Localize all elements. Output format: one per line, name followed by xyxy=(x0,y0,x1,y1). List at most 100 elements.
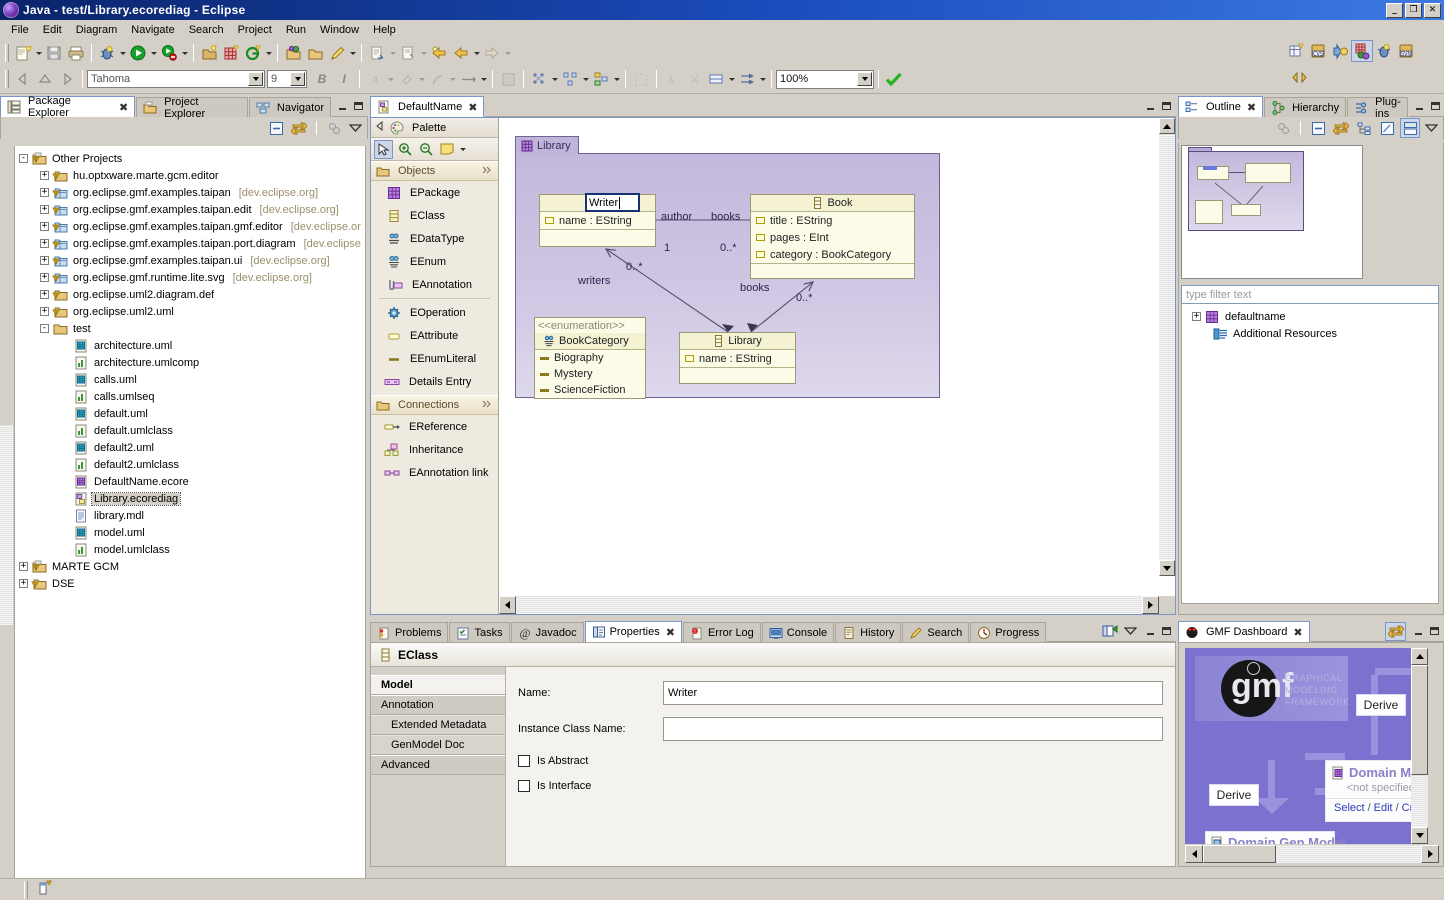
canvas-vscrollbar[interactable] xyxy=(1159,118,1175,576)
focus-icon[interactable] xyxy=(1273,118,1293,138)
minimize-view-icon[interactable] xyxy=(336,100,349,112)
gmf-derive-pill-2[interactable]: Derive xyxy=(1209,784,1259,806)
gmf-hscrollbar[interactable] xyxy=(1185,845,1439,863)
view-menu-icon[interactable] xyxy=(1423,118,1439,138)
expand-icon[interactable]: + xyxy=(40,222,49,231)
tree-item[interactable]: architecture.umlcomp xyxy=(19,354,365,371)
gmf-domain-gen-model-node[interactable]: Domain Gen Model xyxy=(1205,831,1346,844)
collapse-all-icon[interactable] xyxy=(1308,118,1328,138)
new-wizard-icon[interactable] xyxy=(12,42,34,64)
tab-error-log[interactable]: ! Error Log xyxy=(682,622,761,642)
enum-header[interactable]: BookCategory xyxy=(535,333,645,350)
outline-tabstrip[interactable]: Outline ✖ Hierarchy Plug-ins xyxy=(1178,95,1444,120)
tree-item[interactable]: default2.umlclass xyxy=(19,456,365,473)
gmf-action-select[interactable]: Select xyxy=(1334,802,1365,814)
run-external-dropdown-icon[interactable] xyxy=(180,42,189,64)
palette[interactable]: Palette Objects EPackage EClass EDataTyp… xyxy=(371,118,499,614)
line-style-dropdown-icon[interactable] xyxy=(479,68,488,90)
tree-item[interactable]: +! hu.optxware.marte.gcm.editor xyxy=(19,167,365,184)
debug-icon[interactable] xyxy=(96,42,118,64)
edge-label-books-2[interactable]: books xyxy=(740,282,769,294)
tree-item[interactable]: default2.uml xyxy=(19,439,365,456)
italic-button[interactable]: I xyxy=(333,68,355,90)
size-same-width-icon[interactable] xyxy=(661,68,683,90)
note-tool-dropdown-icon[interactable] xyxy=(458,140,467,159)
palette-item-epackage[interactable]: EPackage xyxy=(371,181,498,204)
toggle-view-icon[interactable] xyxy=(1288,66,1310,88)
zoom-out-tool-icon[interactable] xyxy=(416,140,435,159)
editor-view-controls[interactable] xyxy=(1140,96,1176,117)
hscroll-track[interactable] xyxy=(1276,845,1421,863)
package-explorer-tabstrip[interactable]: Package Explorer ✖ Project Explorer Navi… xyxy=(0,95,368,120)
maximize-view-icon[interactable] xyxy=(1160,625,1173,637)
class-operations-compartment[interactable] xyxy=(751,263,914,277)
minimize-editor-icon[interactable] xyxy=(1144,100,1157,112)
palette-item-inheritance[interactable]: Inheritance xyxy=(371,438,498,461)
class-operations-compartment[interactable] xyxy=(540,229,655,243)
thumbnail-icon[interactable] xyxy=(1400,118,1420,138)
menu-help[interactable]: Help xyxy=(366,22,403,38)
tab-progress[interactable]: Progress xyxy=(970,622,1047,642)
gmf-dashboard-canvas[interactable]: gmf GRAPHICAL MODELING FRAMEWORK Derive … xyxy=(1185,648,1428,844)
tab-tasks[interactable]: Tasks xyxy=(449,622,510,642)
tree-item[interactable]: -! Other Projects xyxy=(19,150,365,167)
expand-icon[interactable]: + xyxy=(40,273,49,282)
bold-button[interactable]: B xyxy=(311,68,333,90)
outline-toolbar[interactable] xyxy=(1178,117,1444,139)
tab-problems[interactable]: Problems xyxy=(370,622,449,642)
scroll-down-button[interactable] xyxy=(1159,560,1175,576)
bottom-view-controls[interactable] xyxy=(1100,621,1176,642)
outline-tree-item[interactable]: Additional Resources xyxy=(1186,325,1438,342)
close-icon[interactable]: ✖ xyxy=(666,626,675,639)
zoom-combo[interactable]: 100% xyxy=(776,69,874,89)
scroll-up-button[interactable] xyxy=(1159,118,1175,134)
close-icon[interactable]: ✖ xyxy=(119,101,128,114)
link-with-editor-icon[interactable] xyxy=(289,118,309,138)
class-header[interactable]: Book xyxy=(751,195,914,212)
edge-label-author-card[interactable]: 1 xyxy=(664,242,670,254)
edge-label-books-2-card[interactable]: 0..* xyxy=(796,292,813,304)
view-menu-icon[interactable] xyxy=(1122,622,1138,641)
tree-item[interactable]: +! org.eclipse.gmf.examples.taipan.edit [d… xyxy=(19,201,365,218)
palette-item-ereference[interactable]: EReference xyxy=(371,415,498,438)
cvs-icon[interactable]: CVS xyxy=(1307,40,1329,62)
window-controls[interactable]: _ ❐ ✕ xyxy=(1386,2,1444,18)
tree-item[interactable]: Library.ecorediag xyxy=(19,490,365,507)
previous-diagram-icon[interactable] xyxy=(12,68,34,90)
tab-project-explorer[interactable]: Project Explorer xyxy=(136,96,248,120)
close-icon[interactable]: ✖ xyxy=(1293,626,1302,639)
tree-item[interactable]: +! org.eclipse.uml2.uml xyxy=(19,303,365,320)
properties-tab-advanced[interactable]: Advanced xyxy=(371,755,505,775)
edge-label-books-card[interactable]: 0..* xyxy=(720,242,737,254)
print-icon[interactable] xyxy=(65,42,87,64)
edge-label-author[interactable]: author xyxy=(661,211,692,223)
maximize-view-icon[interactable] xyxy=(1428,625,1441,637)
instance-class-name-field[interactable] xyxy=(663,717,1163,741)
expand-icon[interactable]: + xyxy=(19,579,28,588)
debug-dropdown-icon[interactable] xyxy=(118,42,127,64)
tree-item[interactable]: - test xyxy=(19,320,365,337)
class-operations-compartment[interactable] xyxy=(680,367,795,381)
expand-icon[interactable]: + xyxy=(40,205,49,214)
new-java-project-icon[interactable] xyxy=(198,42,220,64)
split-icon[interactable] xyxy=(705,68,727,90)
debug-perspective-icon[interactable] xyxy=(1373,40,1395,62)
class-header[interactable]: Library xyxy=(680,333,795,350)
tab-outline[interactable]: Outline ✖ xyxy=(1178,96,1264,117)
previous-annotation-icon[interactable] xyxy=(397,42,419,64)
is-abstract-checkbox[interactable] xyxy=(518,755,530,767)
tree-item[interactable]: +! org.eclipse.uml2.diagram.def xyxy=(19,286,365,303)
scroll-left-button[interactable] xyxy=(499,596,516,614)
java-perspective-icon[interactable] xyxy=(1329,40,1351,62)
menu-window[interactable]: Window xyxy=(313,22,366,38)
tab-javadoc[interactable]: @ Javadoc xyxy=(510,622,584,642)
expand-icon[interactable]: + xyxy=(40,171,49,180)
font-color-dropdown-icon[interactable] xyxy=(386,68,395,90)
run-external-icon[interactable] xyxy=(158,42,180,64)
pin-icon[interactable] xyxy=(481,165,493,178)
vscroll-track[interactable] xyxy=(1411,775,1428,827)
collapse-all-icon[interactable] xyxy=(266,118,286,138)
arrange-all-icon[interactable] xyxy=(528,68,550,90)
select-tool-icon[interactable] xyxy=(374,139,393,159)
diagram-package-library[interactable]: Library name : EString Writer Book title… xyxy=(515,136,940,399)
